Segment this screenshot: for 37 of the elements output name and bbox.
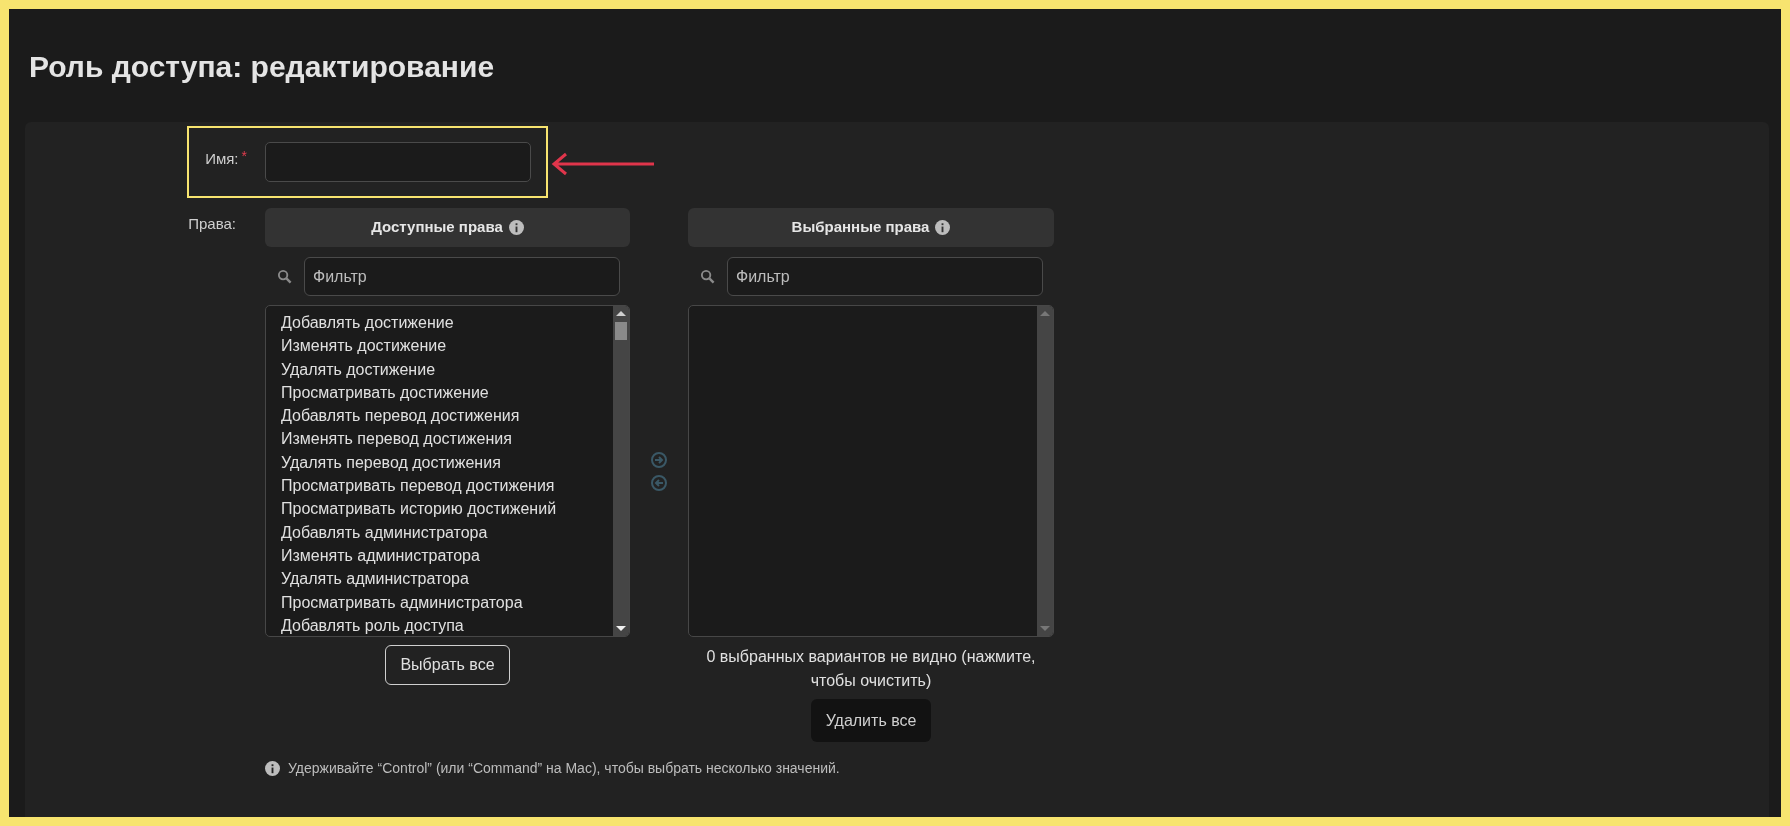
select-all-button[interactable]: Выбрать все [385, 645, 510, 685]
name-input[interactable] [265, 142, 531, 182]
filter-input[interactable]: Фильтр [304, 257, 620, 296]
search-icon [277, 269, 292, 284]
page-title: Роль доступа: редактирование [29, 49, 495, 85]
list-option[interactable]: Добавлять администратора [281, 520, 488, 544]
list-option[interactable]: Изменять достижение [281, 334, 447, 358]
remove-all-button[interactable]: Удалить все [810, 699, 932, 742]
move-right-icon[interactable] [651, 452, 667, 468]
list-box[interactable] [265, 305, 630, 637]
field-label: Права: [188, 214, 236, 234]
header-title: Доступные права [371, 217, 503, 238]
list-option[interactable]: Добавлять перевод достижения [281, 404, 520, 428]
move-left-icon[interactable] [651, 475, 667, 491]
field-label: Имя: [205, 150, 239, 168]
scrollbar[interactable] [613, 306, 629, 636]
hidden-selection-note[interactable]: 0 выбранных вариантов не видно (нажмите, чтобы очистить) [688, 645, 1054, 693]
info-icon [508, 220, 524, 235]
header-title: Выбранные права [791, 217, 930, 238]
list-option[interactable]: Удалять администратора [281, 567, 469, 591]
list-option[interactable]: Изменять перевод достижения [281, 427, 512, 451]
list-option[interactable]: Изменять администратора [281, 543, 480, 568]
list-option[interactable]: Добавлять роль доступа [281, 613, 464, 636]
help-text: Удерживайте “Control” (или “Command” на Mac), чтобы выбрать несколько значений. [288, 759, 840, 778]
scroll-thumb[interactable] [615, 322, 627, 340]
list-option[interactable]: Просматривать достижение [281, 380, 489, 405]
list-option[interactable]: Просматривать историю достижений [281, 497, 557, 521]
info-icon [265, 761, 280, 776]
list-option[interactable]: Удалять перевод достижения [281, 450, 501, 475]
filter-input[interactable]: Фильтр [727, 257, 1043, 296]
search-icon [700, 269, 715, 284]
list-option[interactable]: Просматривать перевод достижения [281, 474, 555, 498]
required-marker: * [241, 150, 247, 162]
list-option[interactable]: Удалять достижение [281, 357, 436, 381]
list-option[interactable]: Добавлять достижение [281, 311, 454, 335]
info-icon [935, 220, 951, 235]
list-option[interactable]: Просматривать администратора [281, 590, 523, 614]
